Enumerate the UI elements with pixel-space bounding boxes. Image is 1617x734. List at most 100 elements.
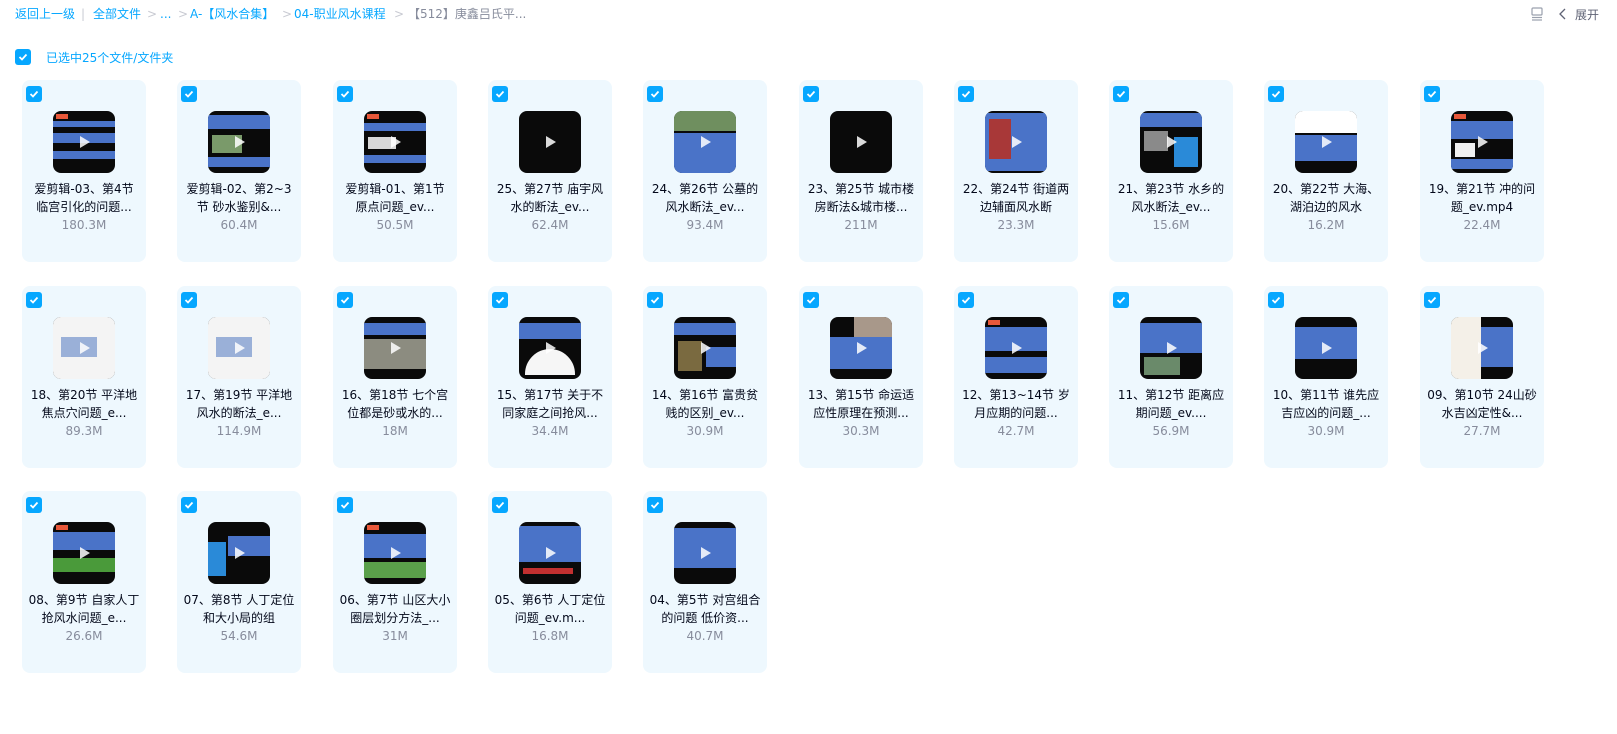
expand-button[interactable]: 展开 [1555,6,1599,23]
file-name[interactable]: 15、第17节 关于不同家庭之间抢风... [494,386,606,422]
video-thumbnail[interactable] [1295,111,1357,173]
video-thumbnail[interactable] [53,111,115,173]
file-checkbox[interactable] [26,292,42,308]
file-checkbox[interactable] [181,497,197,513]
file-checkbox[interactable] [1113,86,1129,102]
video-thumbnail[interactable] [830,111,892,173]
file-card[interactable]: 10、第11节 谁先应吉应凶的问题_... 30.9M [1264,286,1388,468]
file-name[interactable]: 09、第10节 24山砂水吉凶定性&... [1426,386,1538,422]
file-card[interactable]: 11、第12节 距离应期问题_ev.... 56.9M [1109,286,1233,468]
file-card[interactable]: 09、第10节 24山砂水吉凶定性&... 27.7M [1420,286,1544,468]
file-checkbox[interactable] [26,497,42,513]
breadcrumb-folder-fengshui[interactable]: A-【风水合集】 [190,6,274,22]
video-thumbnail[interactable] [985,111,1047,173]
video-thumbnail[interactable] [1140,111,1202,173]
video-thumbnail[interactable] [519,111,581,173]
file-checkbox[interactable] [337,292,353,308]
file-checkbox[interactable] [1268,292,1284,308]
file-name[interactable]: 10、第11节 谁先应吉应凶的问题_... [1270,386,1382,422]
file-checkbox[interactable] [1113,292,1129,308]
video-thumbnail[interactable] [1295,317,1357,379]
file-name[interactable]: 06、第7节 山区大小圈层划分方法_... [339,591,451,627]
file-name[interactable]: 07、第8节 人丁定位和大小局的组 [183,591,295,627]
file-checkbox[interactable] [181,86,197,102]
file-card[interactable]: 爱剪辑-03、第4节 临宫引化的问题... 180.3M [22,80,146,262]
video-thumbnail[interactable] [208,317,270,379]
file-card[interactable]: 爱剪辑-01、第1节 原点问题_ev... 50.5M [333,80,457,262]
file-card[interactable]: 08、第9节 自家人丁抢风水问题_e... 26.6M [22,491,146,673]
file-checkbox[interactable] [337,497,353,513]
list-view-icon[interactable] [1529,6,1545,22]
file-card[interactable]: 16、第18节 七个宫位都是砂或水的... 18M [333,286,457,468]
video-thumbnail[interactable] [674,111,736,173]
file-card[interactable]: 06、第7节 山区大小圈层划分方法_... 31M [333,491,457,673]
back-link[interactable]: 返回上一级 [15,6,75,22]
breadcrumb-folder-course[interactable]: 04-职业风水课程 [294,6,386,22]
file-name[interactable]: 22、第24节 街道两边辅面风水断 [960,180,1072,216]
file-card[interactable]: 20、第22节 大海、湖泊边的风水 16.2M [1264,80,1388,262]
file-name[interactable]: 13、第15节 命运适应性原理在预测... [805,386,917,422]
video-thumbnail[interactable] [364,317,426,379]
file-checkbox[interactable] [958,86,974,102]
file-card[interactable]: 21、第23节 水乡的风水断法_ev... 15.6M [1109,80,1233,262]
video-thumbnail[interactable] [1451,111,1513,173]
breadcrumb-all-files[interactable]: 全部文件 [93,6,141,22]
file-name[interactable]: 18、第20节 平洋地焦点穴问题_e... [28,386,140,422]
file-name[interactable]: 12、第13~14节 岁月应期的问题... [960,386,1072,422]
file-name[interactable]: 爱剪辑-01、第1节 原点问题_ev... [339,180,451,216]
file-card[interactable]: 04、第5节 对宫组合的问题 低价资... 40.7M [643,491,767,673]
file-checkbox[interactable] [803,86,819,102]
video-thumbnail[interactable] [1451,317,1513,379]
file-card[interactable]: 22、第24节 街道两边辅面风水断 23.3M [954,80,1078,262]
file-checkbox[interactable] [1424,292,1440,308]
file-card[interactable]: 12、第13~14节 岁月应期的问题... 42.7M [954,286,1078,468]
video-thumbnail[interactable] [53,317,115,379]
file-checkbox[interactable] [492,497,508,513]
file-checkbox[interactable] [181,292,197,308]
file-name[interactable]: 16、第18节 七个宫位都是砂或水的... [339,386,451,422]
file-card[interactable]: 15、第17节 关于不同家庭之间抢风... 34.4M [488,286,612,468]
video-thumbnail[interactable] [674,317,736,379]
file-card[interactable]: 19、第21节 冲的问题_ev.mp4 22.4M [1420,80,1544,262]
video-thumbnail[interactable] [674,522,736,584]
video-thumbnail[interactable] [985,317,1047,379]
file-card[interactable]: 17、第19节 平洋地风水的断法_e... 114.9M [177,286,301,468]
file-card[interactable]: 爱剪辑-02、第2~3节 砂水鉴别&... 60.4M [177,80,301,262]
file-name[interactable]: 21、第23节 水乡的风水断法_ev... [1115,180,1227,216]
file-name[interactable]: 08、第9节 自家人丁抢风水问题_e... [28,591,140,627]
file-checkbox[interactable] [647,292,663,308]
file-checkbox[interactable] [492,86,508,102]
video-thumbnail[interactable] [830,317,892,379]
file-checkbox[interactable] [647,497,663,513]
file-name[interactable]: 05、第6节 人丁定位问题_ev.m... [494,591,606,627]
file-card[interactable]: 23、第25节 城市楼房断法&城市楼... 211M [799,80,923,262]
file-name[interactable]: 爱剪辑-02、第2~3节 砂水鉴别&... [183,180,295,216]
video-thumbnail[interactable] [364,522,426,584]
file-card[interactable]: 14、第16节 富贵贫贱的区别_ev... 30.9M [643,286,767,468]
video-thumbnail[interactable] [1140,317,1202,379]
video-thumbnail[interactable] [208,522,270,584]
file-checkbox[interactable] [1424,86,1440,102]
video-thumbnail[interactable] [519,522,581,584]
file-name[interactable]: 17、第19节 平洋地风水的断法_e... [183,386,295,422]
file-card[interactable]: 07、第8节 人丁定位和大小局的组 54.6M [177,491,301,673]
file-name[interactable]: 爱剪辑-03、第4节 临宫引化的问题... [28,180,140,216]
file-checkbox[interactable] [26,86,42,102]
file-checkbox[interactable] [647,86,663,102]
file-name[interactable]: 04、第5节 对宫组合的问题 低价资... [649,591,761,627]
file-checkbox[interactable] [803,292,819,308]
file-checkbox[interactable] [1268,86,1284,102]
file-name[interactable]: 24、第26节 公墓的风水断法_ev... [649,180,761,216]
file-name[interactable]: 19、第21节 冲的问题_ev.mp4 [1426,180,1538,216]
video-thumbnail[interactable] [208,111,270,173]
select-all-checkbox[interactable] [15,49,31,65]
file-name[interactable]: 20、第22节 大海、湖泊边的风水 [1270,180,1382,216]
file-name[interactable]: 14、第16节 富贵贫贱的区别_ev... [649,386,761,422]
file-name[interactable]: 11、第12节 距离应期问题_ev.... [1115,386,1227,422]
file-checkbox[interactable] [958,292,974,308]
file-checkbox[interactable] [492,292,508,308]
file-card[interactable]: 05、第6节 人丁定位问题_ev.m... 16.8M [488,491,612,673]
file-card[interactable]: 13、第15节 命运适应性原理在预测... 30.3M [799,286,923,468]
file-card[interactable]: 25、第27节 庙宇风水的断法_ev... 62.4M [488,80,612,262]
file-card[interactable]: 24、第26节 公墓的风水断法_ev... 93.4M [643,80,767,262]
